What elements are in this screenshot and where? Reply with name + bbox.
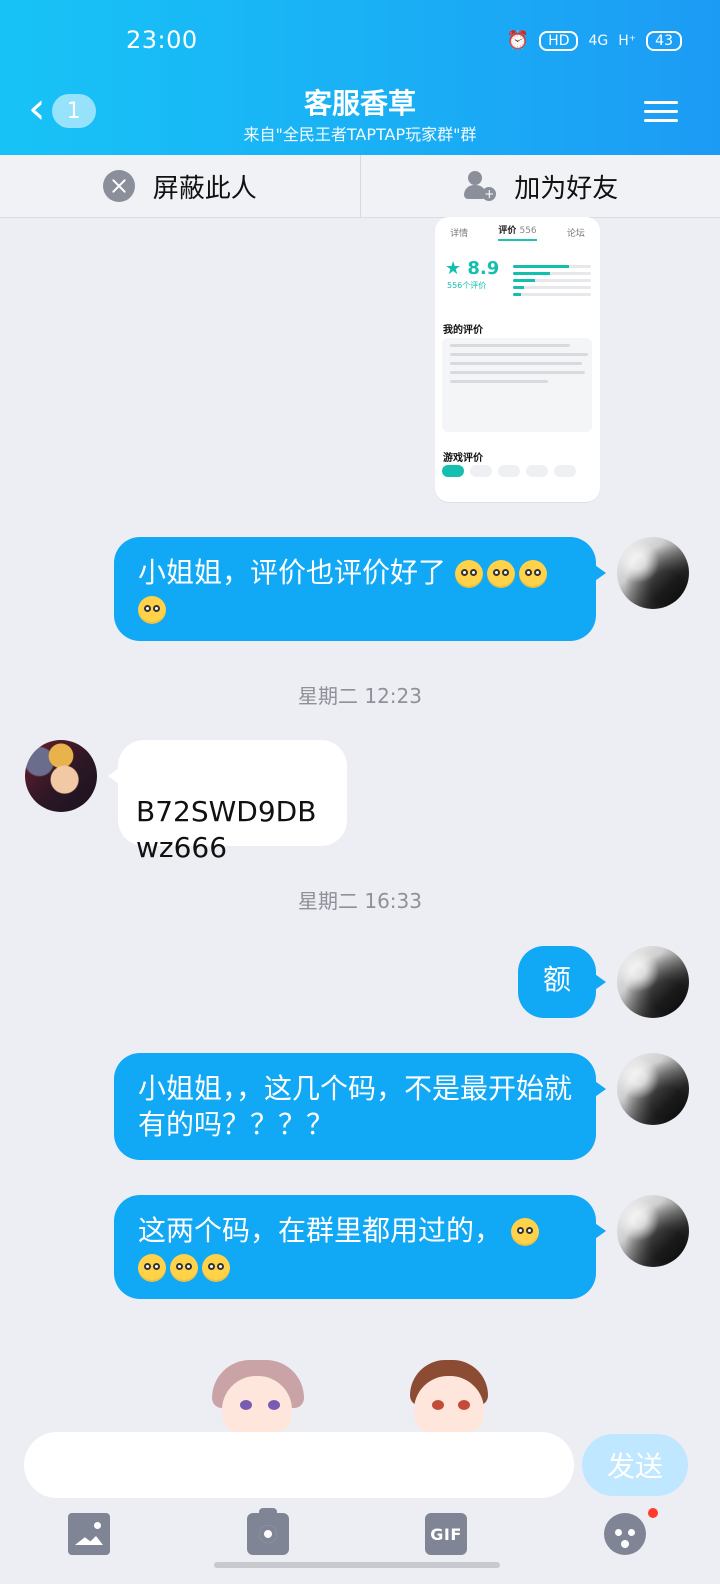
emoji-row xyxy=(454,560,547,588)
contact-avatar[interactable] xyxy=(25,740,97,812)
photo-icon[interactable] xyxy=(68,1513,110,1555)
image-tab-reviews: 评价 556 xyxy=(498,223,537,241)
block-icon xyxy=(102,170,135,202)
status-time: 23:00 xyxy=(126,26,198,54)
timestamp: 星期二 16:33 xyxy=(298,889,422,913)
gif-icon[interactable]: GIF xyxy=(425,1513,467,1555)
peeking-character-right xyxy=(410,1360,488,1434)
pleading-face-emoji-icon xyxy=(486,560,515,588)
message-text: 这两个码，在群里都用过的， xyxy=(138,1214,503,1247)
add-friend-label: 加为好友 xyxy=(514,173,619,204)
block-user-button[interactable]: 屏蔽此人 xyxy=(0,155,360,217)
message-input[interactable] xyxy=(24,1432,574,1498)
camera-icon[interactable] xyxy=(247,1508,289,1555)
image-tab-forum: 论坛 xyxy=(566,228,585,239)
add-friend-button[interactable]: + 加为好友 xyxy=(361,155,720,217)
status-icons: ⏰ HD 4G H⁺ 43 xyxy=(507,30,682,51)
message-bubble-right[interactable]: 小姐姐，评价也评价好了 xyxy=(114,537,606,641)
message-bubble-left[interactable]: B72SWD9DB wz666 xyxy=(108,740,347,864)
message-bubble-right[interactable]: 额 xyxy=(518,946,606,1018)
rating-bars xyxy=(513,261,591,300)
flushed-face-emoji-icon xyxy=(202,1254,230,1282)
my-avatar[interactable] xyxy=(617,1053,689,1125)
block-user-label: 屏蔽此人 xyxy=(152,173,257,204)
emoji-icon[interactable] xyxy=(604,1513,646,1555)
image-tabs: 详情 评价 556 论坛 xyxy=(435,217,600,247)
h-plus-signal-icon: H⁺ xyxy=(618,32,637,49)
message-text: B72SWD9DB wz666 xyxy=(136,795,317,864)
chat-title: 客服香草 xyxy=(303,87,416,120)
send-button[interactable]: 发送 xyxy=(582,1434,688,1496)
pleading-face-emoji-icon xyxy=(454,560,483,588)
emoji-row xyxy=(138,596,166,624)
message-bubble-right[interactable]: 小姐姐，，这几个码，不是最开始就有的吗？？？？ xyxy=(114,1053,606,1160)
image-section-game-reviews: 游戏评价 xyxy=(443,453,483,464)
message-bubble-right[interactable]: 这两个码，在群里都用过的， xyxy=(114,1195,606,1299)
menu-icon[interactable] xyxy=(644,95,678,125)
pleading-face-emoji-icon xyxy=(138,596,166,624)
image-filter-chips xyxy=(442,465,576,477)
my-avatar[interactable] xyxy=(617,946,689,1018)
action-bar: 屏蔽此人 + 加为好友 xyxy=(0,155,720,218)
flushed-face-emoji-icon xyxy=(170,1254,198,1282)
home-indicator xyxy=(214,1562,500,1568)
emoji-row xyxy=(510,1218,539,1246)
image-section-my-review: 我的评价 xyxy=(443,325,483,336)
rating-subtitle: 556个评价 xyxy=(447,281,487,290)
hd-icon: HD xyxy=(539,30,579,51)
rating-score: ★ 8.9 xyxy=(445,258,500,279)
4g-signal-icon: 4G xyxy=(588,32,609,49)
emoji-row xyxy=(138,1254,230,1282)
message-text: 小姐姐，评价也评价好了 xyxy=(138,556,447,589)
notification-dot xyxy=(648,1508,658,1518)
timestamp: 星期二 12:23 xyxy=(298,684,422,708)
alarm-icon: ⏰ xyxy=(506,30,530,51)
my-avatar[interactable] xyxy=(617,537,689,609)
add-friend-icon: + xyxy=(462,169,497,203)
pleading-face-emoji-icon xyxy=(518,560,547,588)
flushed-face-emoji-icon xyxy=(510,1218,539,1246)
message-text: 额 xyxy=(542,963,571,996)
chat-subtitle: 来自"全民王者TAPTAP玩家群"群 xyxy=(243,125,477,144)
peeking-character-left xyxy=(212,1360,304,1434)
flushed-face-emoji-icon xyxy=(138,1254,166,1282)
image-tab-details: 详情 xyxy=(450,228,469,239)
chat-header: 23:00 ⏰ HD 4G H⁺ 43 ‹ 1 客服香草 来自"全民王者TAPT… xyxy=(0,0,720,155)
image-review-card xyxy=(442,338,592,432)
message-text: 小姐姐，，这几个码，不是最开始就有的吗？？？？ xyxy=(138,1072,573,1141)
battery-icon: 43 xyxy=(646,30,682,51)
my-avatar[interactable] xyxy=(617,1195,689,1267)
image-message[interactable]: 详情 评价 556 论坛 ★ 8.9 556个评价 我的评价 游戏评价 xyxy=(435,217,600,502)
